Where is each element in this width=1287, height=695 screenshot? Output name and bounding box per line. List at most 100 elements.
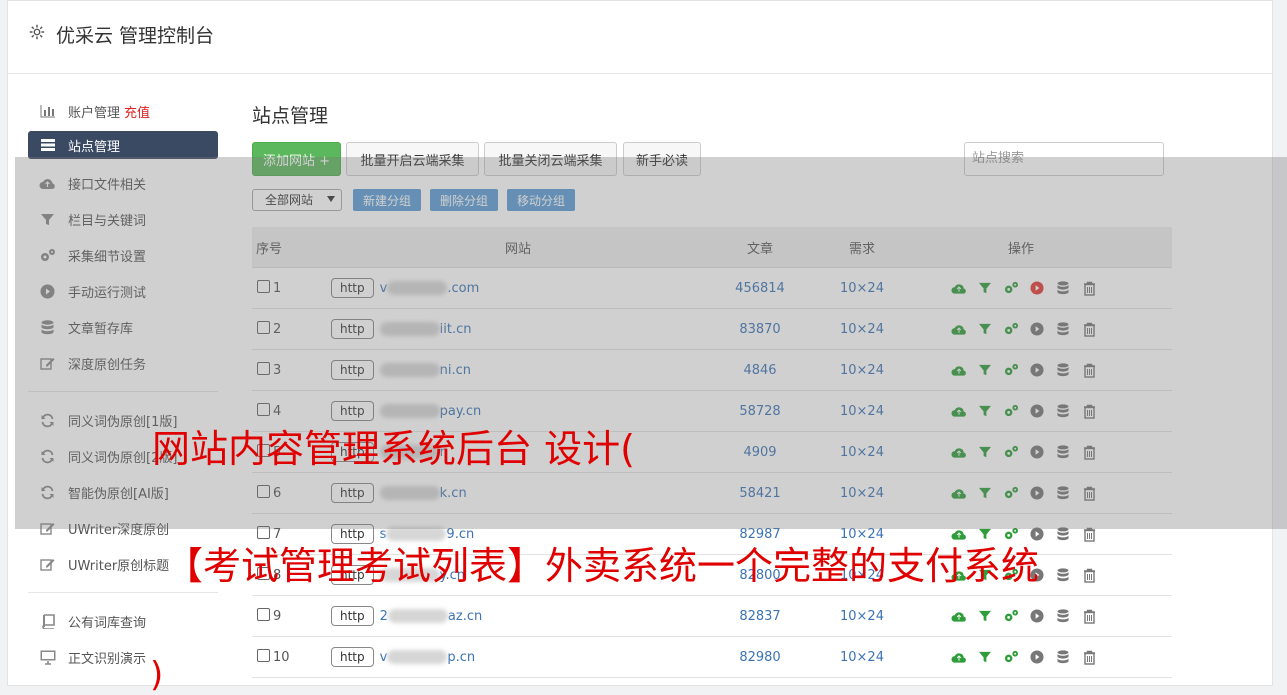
row-articles[interactable]: 456814 (709, 267, 811, 309)
row-demand[interactable]: 10×24 (811, 390, 913, 432)
gears-icon[interactable] (1003, 362, 1019, 378)
site-link[interactable]: k.cn (379, 486, 467, 501)
row-articles[interactable]: 58421 (709, 472, 811, 514)
trash-icon[interactable] (1081, 567, 1097, 583)
trash-icon[interactable] (1081, 526, 1097, 542)
gears-icon[interactable] (1003, 321, 1019, 337)
sidebar-item-columns-keywords[interactable]: 栏目与关键词 (28, 201, 218, 237)
filter-icon[interactable] (977, 362, 993, 378)
play-circle-icon[interactable] (1029, 280, 1045, 296)
sidebar-item-public-lexicon[interactable]: 公有词库查询 (28, 603, 218, 639)
database-icon[interactable] (1055, 444, 1071, 460)
cloud-upload-icon[interactable] (951, 280, 967, 296)
row-articles[interactable]: 58728 (709, 390, 811, 432)
database-icon[interactable] (1055, 526, 1071, 542)
play-circle-icon[interactable] (1029, 362, 1045, 378)
row-articles[interactable]: 4909 (709, 431, 811, 473)
row-checkbox[interactable] (257, 362, 270, 375)
sidebar-item-account[interactable]: 账户管理 充值 (28, 93, 218, 129)
sidebar-item-ai-rewrite[interactable]: 智能伪原创[AI版] (28, 474, 218, 510)
trash-icon[interactable] (1081, 649, 1097, 665)
trash-icon[interactable] (1081, 321, 1097, 337)
site-search-input[interactable]: 站点搜索 (964, 142, 1164, 176)
database-icon[interactable] (1055, 567, 1071, 583)
row-demand[interactable]: 10×24 (811, 267, 913, 309)
filter-icon[interactable] (977, 280, 993, 296)
row-checkbox[interactable] (257, 649, 270, 662)
cloud-upload-icon[interactable] (951, 403, 967, 419)
play-circle-icon[interactable] (1029, 485, 1045, 501)
row-demand[interactable]: 10×24 (811, 595, 913, 637)
database-icon[interactable] (1055, 362, 1071, 378)
row-checkbox[interactable] (257, 280, 270, 293)
database-icon[interactable] (1055, 403, 1071, 419)
batch-enable-cloud-button[interactable]: 批量开启云端采集 (346, 142, 479, 176)
filter-icon[interactable] (977, 649, 993, 665)
sidebar-item-collect-settings[interactable]: 采集细节设置 (28, 237, 218, 273)
filter-icon[interactable] (977, 321, 993, 337)
filter-icon[interactable] (977, 403, 993, 419)
row-demand[interactable]: 10×24 (811, 308, 913, 350)
move-group-button[interactable]: 移动分组 (507, 189, 575, 211)
site-link[interactable]: iit.cn (379, 322, 471, 337)
row-articles[interactable]: 82837 (709, 595, 811, 637)
row-articles[interactable]: 82980 (709, 636, 811, 678)
trash-icon[interactable] (1081, 608, 1097, 624)
row-demand[interactable]: 10×24 (811, 349, 913, 391)
cloud-upload-icon[interactable] (951, 362, 967, 378)
filter-icon[interactable] (977, 485, 993, 501)
database-icon[interactable] (1055, 608, 1071, 624)
database-icon[interactable] (1055, 485, 1071, 501)
play-circle-icon[interactable] (1029, 403, 1045, 419)
delete-group-button[interactable]: 删除分组 (430, 189, 498, 211)
new-group-button[interactable]: 新建分组 (353, 189, 421, 211)
database-icon[interactable] (1055, 280, 1071, 296)
site-link[interactable]: 2 az.cn (380, 609, 483, 624)
group-select[interactable]: 全部网站 (252, 189, 342, 211)
site-link[interactable]: v .com (380, 281, 480, 296)
cloud-upload-icon[interactable] (951, 444, 967, 460)
filter-icon[interactable] (977, 444, 993, 460)
trash-icon[interactable] (1081, 485, 1097, 501)
play-circle-icon[interactable] (1029, 649, 1045, 665)
filter-icon[interactable] (977, 608, 993, 624)
site-link[interactable]: v p.cn (380, 650, 475, 665)
row-checkbox[interactable] (257, 485, 270, 498)
cloud-upload-icon[interactable] (951, 649, 967, 665)
site-link[interactable]: pay.cn (379, 404, 481, 419)
trash-icon[interactable] (1081, 362, 1097, 378)
gears-icon[interactable] (1003, 649, 1019, 665)
add-site-button[interactable]: 添加网站 + (252, 142, 341, 176)
sidebar-item-text-recognition[interactable]: 正文识别演示 (28, 639, 218, 675)
database-icon[interactable] (1055, 321, 1071, 337)
row-demand[interactable]: 10×24 (811, 431, 913, 473)
play-circle-icon[interactable] (1029, 444, 1045, 460)
batch-disable-cloud-button[interactable]: 批量关闭云端采集 (484, 142, 617, 176)
play-circle-icon[interactable] (1029, 321, 1045, 337)
sidebar-item-interface-files[interactable]: 接口文件相关 (28, 165, 218, 201)
trash-icon[interactable] (1081, 444, 1097, 460)
gears-icon[interactable] (1003, 280, 1019, 296)
guide-button[interactable]: 新手必读 (623, 142, 701, 176)
trash-icon[interactable] (1081, 280, 1097, 296)
recharge-link[interactable]: 充值 (124, 102, 150, 121)
cloud-upload-icon[interactable] (951, 485, 967, 501)
row-articles[interactable]: 4846 (709, 349, 811, 391)
row-demand[interactable]: 10×24 (811, 472, 913, 514)
gears-icon[interactable] (1003, 444, 1019, 460)
trash-icon[interactable] (1081, 403, 1097, 419)
row-demand[interactable]: 10×24 (811, 636, 913, 678)
row-checkbox[interactable] (257, 321, 270, 334)
sidebar-item-article-storage[interactable]: 文章暂存库 (28, 309, 218, 345)
gears-icon[interactable] (1003, 485, 1019, 501)
row-checkbox[interactable] (257, 608, 270, 621)
row-checkbox[interactable] (257, 403, 270, 416)
row-articles[interactable]: 83870 (709, 308, 811, 350)
sidebar-item-site-management[interactable]: 站点管理 (28, 131, 218, 159)
cloud-upload-icon[interactable] (951, 321, 967, 337)
sidebar-item-manual-run[interactable]: 手动运行测试 (28, 273, 218, 309)
gears-icon[interactable] (1003, 608, 1019, 624)
site-link[interactable]: ni.cn (379, 363, 471, 378)
gears-icon[interactable] (1003, 403, 1019, 419)
sidebar-item-deep-original[interactable]: 深度原创任务 (28, 345, 218, 381)
